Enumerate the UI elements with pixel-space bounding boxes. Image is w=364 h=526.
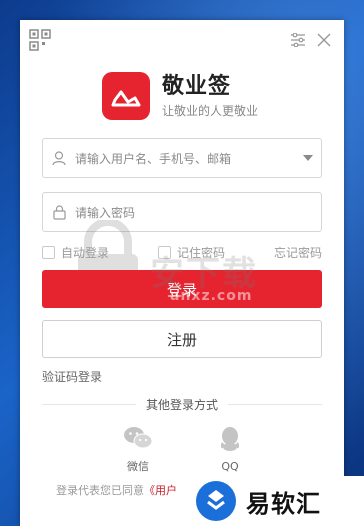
app-slogan: 让敬业的人更敬业 <box>162 103 259 118</box>
auto-login-option[interactable]: 自动登录 <box>42 244 109 260</box>
wechat-icon <box>123 427 153 454</box>
app-logo <box>102 72 150 120</box>
agreement-prefix: 登录代表您已同意 <box>56 484 144 497</box>
user-icon <box>43 150 75 166</box>
qq-icon <box>219 427 241 456</box>
user-agreement-link[interactable]: 《用户 <box>144 484 177 497</box>
settings-icon[interactable] <box>290 32 306 48</box>
watermark-sub: anxz.com <box>170 288 253 304</box>
sms-login-link[interactable]: 验证码登录 <box>42 368 102 385</box>
app-name: 敬业签 <box>162 73 232 99</box>
wechat-label: 微信 <box>127 460 149 473</box>
chevron-down-icon[interactable] <box>295 155 321 161</box>
lock-icon <box>43 204 75 220</box>
auto-login-checkbox[interactable] <box>42 245 55 259</box>
wechat-login-button[interactable]: 微信 <box>108 426 168 474</box>
qq-label: QQ <box>221 460 239 473</box>
username-field[interactable]: 请输入用户名、手机号、邮箱 <box>42 138 322 178</box>
badge-text: 易软汇 <box>246 489 321 518</box>
agreement-text: 登录代表您已同意《用户 <box>56 482 177 498</box>
qq-login-button[interactable]: QQ <box>200 426 260 473</box>
site-badge: 易软汇 <box>192 476 364 526</box>
auto-login-label: 自动登录 <box>61 245 110 260</box>
badge-logo-icon <box>196 481 236 521</box>
forgot-password-link[interactable]: 忘记密码 <box>274 244 322 260</box>
other-login-divider: 其他登录方式 <box>42 396 323 412</box>
close-icon[interactable] <box>316 32 332 48</box>
register-button[interactable]: 注册 <box>42 320 322 358</box>
titlebar-controls <box>290 32 332 48</box>
brand-header: 敬业签 让敬业的人更敬业 <box>102 72 258 120</box>
other-login-title: 其他登录方式 <box>146 397 219 412</box>
qrcode-icon[interactable] <box>29 29 51 51</box>
login-window: 敬业签 让敬业的人更敬业 请输入用户名、手机号、邮箱 请输入密码 自动登录 记住… <box>20 20 344 526</box>
password-placeholder: 请输入密码 <box>75 205 136 220</box>
username-placeholder: 请输入用户名、手机号、邮箱 <box>75 151 232 166</box>
